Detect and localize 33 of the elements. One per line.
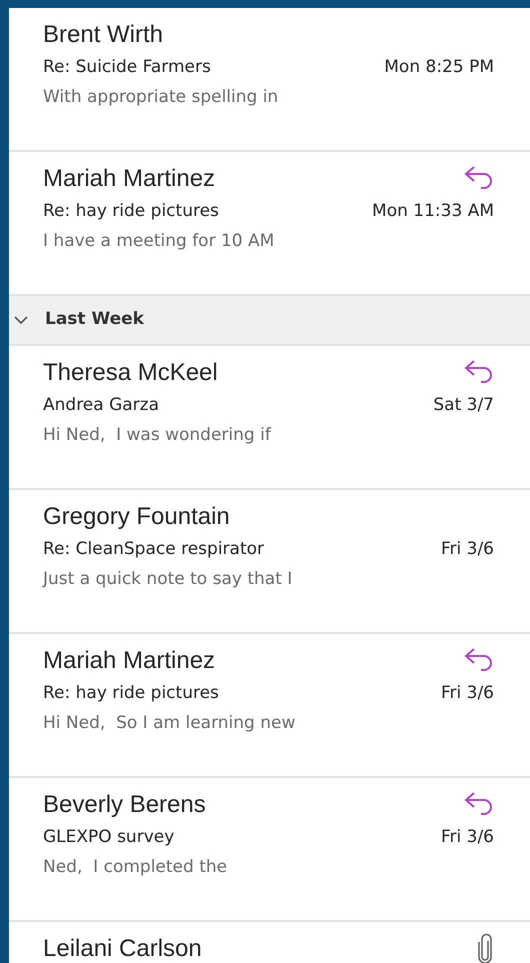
- sender-name: Gregory Fountain: [43, 502, 230, 532]
- sender-name: Mariah Martinez: [43, 646, 216, 676]
- message-item[interactable]: Brent Wirth Re: Suicide Farmers Mon 8:25 PM With appropriate spelling in: [9, 8, 530, 152]
- message-time: Mon 8:25 PM: [384, 56, 494, 79]
- message-subject: Re: CleanSpace respirator: [43, 538, 264, 561]
- message-subject: Re: hay ride pictures: [43, 682, 219, 705]
- message-subject: GLEXPO survey: [43, 826, 174, 849]
- message-item[interactable]: Theresa McKeel Andrea Garza Sat 3/7 Hi Ned, I was wondering if: [9, 346, 530, 490]
- message-preview: Hi Ned, So I am learning new: [43, 712, 296, 735]
- message-preview: I have a meeting for 10 AM: [43, 230, 276, 253]
- message-item[interactable]: Beverly Berens GLEXPO survey Fri 3/6 Ned, I completed the: [9, 778, 530, 922]
- message-time: Fri 3/6: [440, 826, 494, 849]
- message-preview: Just a quick note to say that I: [43, 568, 294, 591]
- message-preview: With appropriate spelling in: [43, 86, 280, 109]
- sender-name: Leilani Carlson: [43, 934, 202, 963]
- message-time: Mon 11:33 AM: [372, 200, 494, 223]
- message-subject: Re: hay ride pictures: [43, 200, 219, 223]
- message-time: Fri 3/6: [440, 538, 494, 561]
- message-subject: Andrea Garza: [43, 394, 160, 417]
- message-time: Fri 3/6: [440, 682, 494, 705]
- sender-name: Mariah Martinez: [43, 164, 216, 194]
- message-time: Sat 3/7: [433, 394, 494, 417]
- message-item[interactable]: Mariah Martinez Re: hay ride pictures Fri 3/6 Hi Ned, So I am learning new: [9, 634, 530, 778]
- group-header[interactable]: Last Week: [9, 296, 530, 346]
- message-subject: Re: Suicide Farmers: [43, 56, 211, 79]
- message-item[interactable]: Gregory Fountain Re: CleanSpace respirator Fri 3/6 Just a quick note to say that I: [9, 490, 530, 634]
- message-preview: Ned, I completed the: [43, 856, 228, 879]
- sender-name: Brent Wirth: [43, 20, 164, 50]
- group-title: Last Week: [45, 308, 144, 332]
- sender-name: Theresa McKeel: [43, 358, 218, 388]
- sender-name: Beverly Berens: [43, 790, 206, 820]
- message-preview: Hi Ned, I was wondering if: [43, 424, 272, 447]
- message-item[interactable]: Leilani Carlson: [9, 922, 530, 963]
